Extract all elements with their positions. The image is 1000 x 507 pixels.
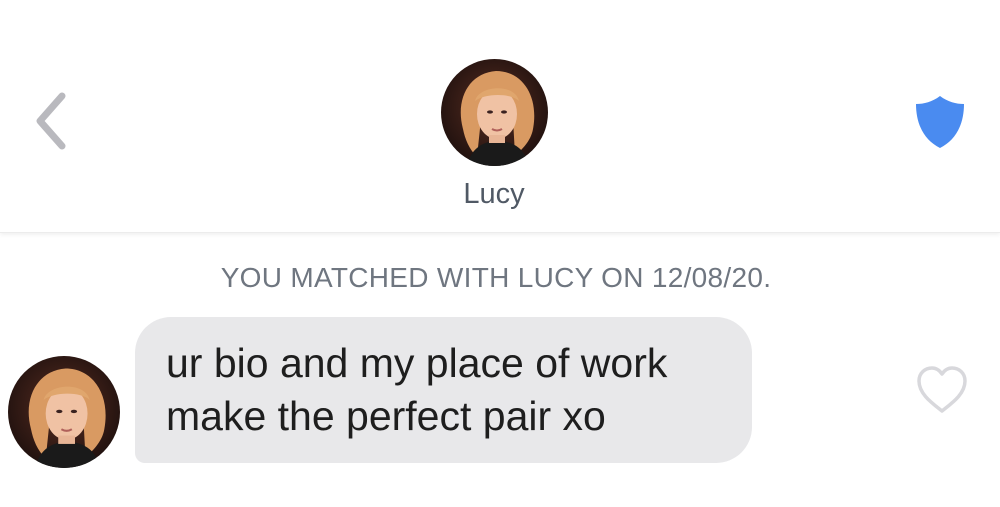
match-name[interactable]: Lucy <box>394 178 594 211</box>
chevron-left-icon <box>36 92 66 150</box>
profile-photo <box>8 356 120 468</box>
match-notice: YOU MATCHED WITH LUCY ON 12/08/20. <box>220 262 772 293</box>
message-avatar[interactable] <box>8 356 120 468</box>
chat-screen: Lucy YOU MATCHED WITH LUCY ON 12/08/20. <box>0 0 1000 507</box>
safety-button[interactable] <box>912 94 968 150</box>
header-avatar[interactable] <box>441 59 548 166</box>
message-bubble[interactable]: ur bio and my place of work make the per… <box>135 317 752 463</box>
chat-header: Lucy <box>0 0 1000 233</box>
back-button[interactable] <box>26 88 76 154</box>
shield-icon <box>916 96 964 148</box>
heart-outline-icon <box>917 366 967 413</box>
like-message-button[interactable] <box>914 362 970 418</box>
message-text: ur bio and my place of work make the per… <box>166 340 668 439</box>
profile-photo <box>441 59 548 166</box>
